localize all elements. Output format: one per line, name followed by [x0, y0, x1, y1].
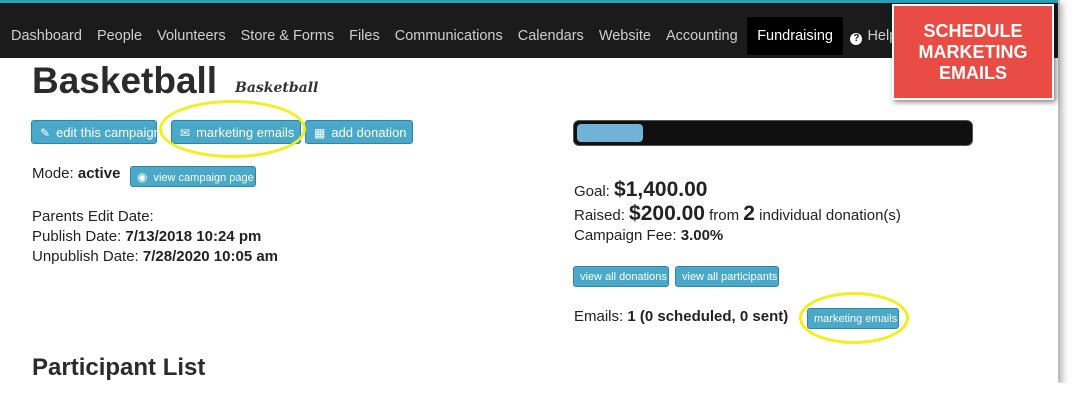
callout-line-3: EMAILS	[938, 62, 1007, 83]
publish-row: Publish Date: 7/13/2018 10:24 pm	[32, 228, 261, 245]
raised-row: Raised: $200.00 from 2 individual donati…	[574, 202, 901, 226]
schedule-marketing-emails-callout: SCHEDULE MARKETING EMAILS	[892, 4, 1054, 100]
progress-fill	[577, 124, 643, 142]
publish-label: Publish Date:	[32, 228, 122, 245]
from-text: from	[709, 207, 740, 224]
view-all-participants-button[interactable]: view all participants	[675, 266, 779, 287]
pencil-icon: ✎	[40, 126, 51, 140]
nav-website[interactable]: Website	[591, 17, 658, 55]
goal-row: Goal: $1,400.00	[574, 178, 707, 202]
unpublish-value: 7/28/2020 10:05 am	[142, 248, 279, 265]
fee-value: 3.00%	[680, 227, 724, 244]
add-donation-button[interactable]: ▦ add donation	[305, 120, 413, 144]
nav-fundraising[interactable]: Fundraising	[747, 17, 843, 55]
torn-edge	[0, 378, 1073, 412]
mode-label: Mode:	[32, 165, 74, 182]
emails-label: Emails:	[574, 308, 624, 325]
edit-campaign-label: edit this campaign	[56, 125, 161, 140]
unpublish-row: Unpublish Date: 7/28/2020 10:05 am	[32, 248, 278, 265]
parents-edit-label: Parents Edit Date:	[32, 208, 154, 225]
view-all-donations-button[interactable]: view all donations	[573, 266, 669, 287]
goal-label: Goal:	[574, 183, 610, 200]
publish-value: 7/13/2018 10:24 pm	[125, 228, 262, 245]
add-donation-label: add donation	[331, 125, 407, 140]
gift-icon: ▦	[314, 126, 326, 140]
goal-value: $1,400.00	[614, 178, 708, 201]
eye-icon: ◉	[137, 170, 148, 184]
highlight-marketing-button-secondary	[799, 292, 909, 344]
raised-label: Raised:	[574, 207, 625, 224]
raised-value: $200.00	[629, 202, 705, 225]
nav-accounting[interactable]: Accounting	[658, 17, 745, 55]
donations-text: individual donation(s)	[759, 207, 901, 224]
mode-value: active	[77, 165, 121, 182]
page-subtitle: Basketball	[235, 80, 319, 96]
highlight-marketing-button	[159, 100, 306, 158]
unpublish-label: Unpublish Date:	[32, 248, 139, 265]
nav-dashboard[interactable]: Dashboard	[0, 17, 89, 55]
nav-store-forms[interactable]: Store & Forms	[233, 17, 341, 55]
nav-calendars[interactable]: Calendars	[510, 17, 591, 55]
nav-files[interactable]: Files	[342, 17, 388, 55]
emails-row: Emails: 1 (0 scheduled, 0 sent)	[574, 308, 788, 325]
fee-row: Campaign Fee: 3.00%	[574, 227, 723, 244]
fee-label: Campaign Fee:	[574, 227, 677, 244]
emails-value: 1 (0 scheduled, 0 sent)	[627, 308, 789, 325]
page-title: Basketball	[32, 60, 218, 101]
donation-count: 2	[743, 202, 755, 225]
nav-people[interactable]: People	[89, 17, 149, 55]
fundraising-progress-bar	[573, 120, 973, 146]
view-campaign-page-label: view campaign page	[153, 172, 254, 184]
nav-volunteers[interactable]: Volunteers	[150, 17, 234, 55]
help-icon: ?	[850, 33, 863, 45]
mode-row: Mode: active	[32, 165, 120, 182]
callout-line-1: SCHEDULE	[923, 20, 1023, 41]
nav-communications[interactable]: Communications	[387, 17, 510, 55]
edit-campaign-button[interactable]: ✎ edit this campaign	[31, 120, 161, 144]
callout-line-2: MARKETING	[918, 41, 1028, 62]
main-nav: Dashboard People Volunteers Store & Form…	[0, 17, 905, 55]
view-campaign-page-button[interactable]: ◉ view campaign page	[130, 166, 256, 187]
